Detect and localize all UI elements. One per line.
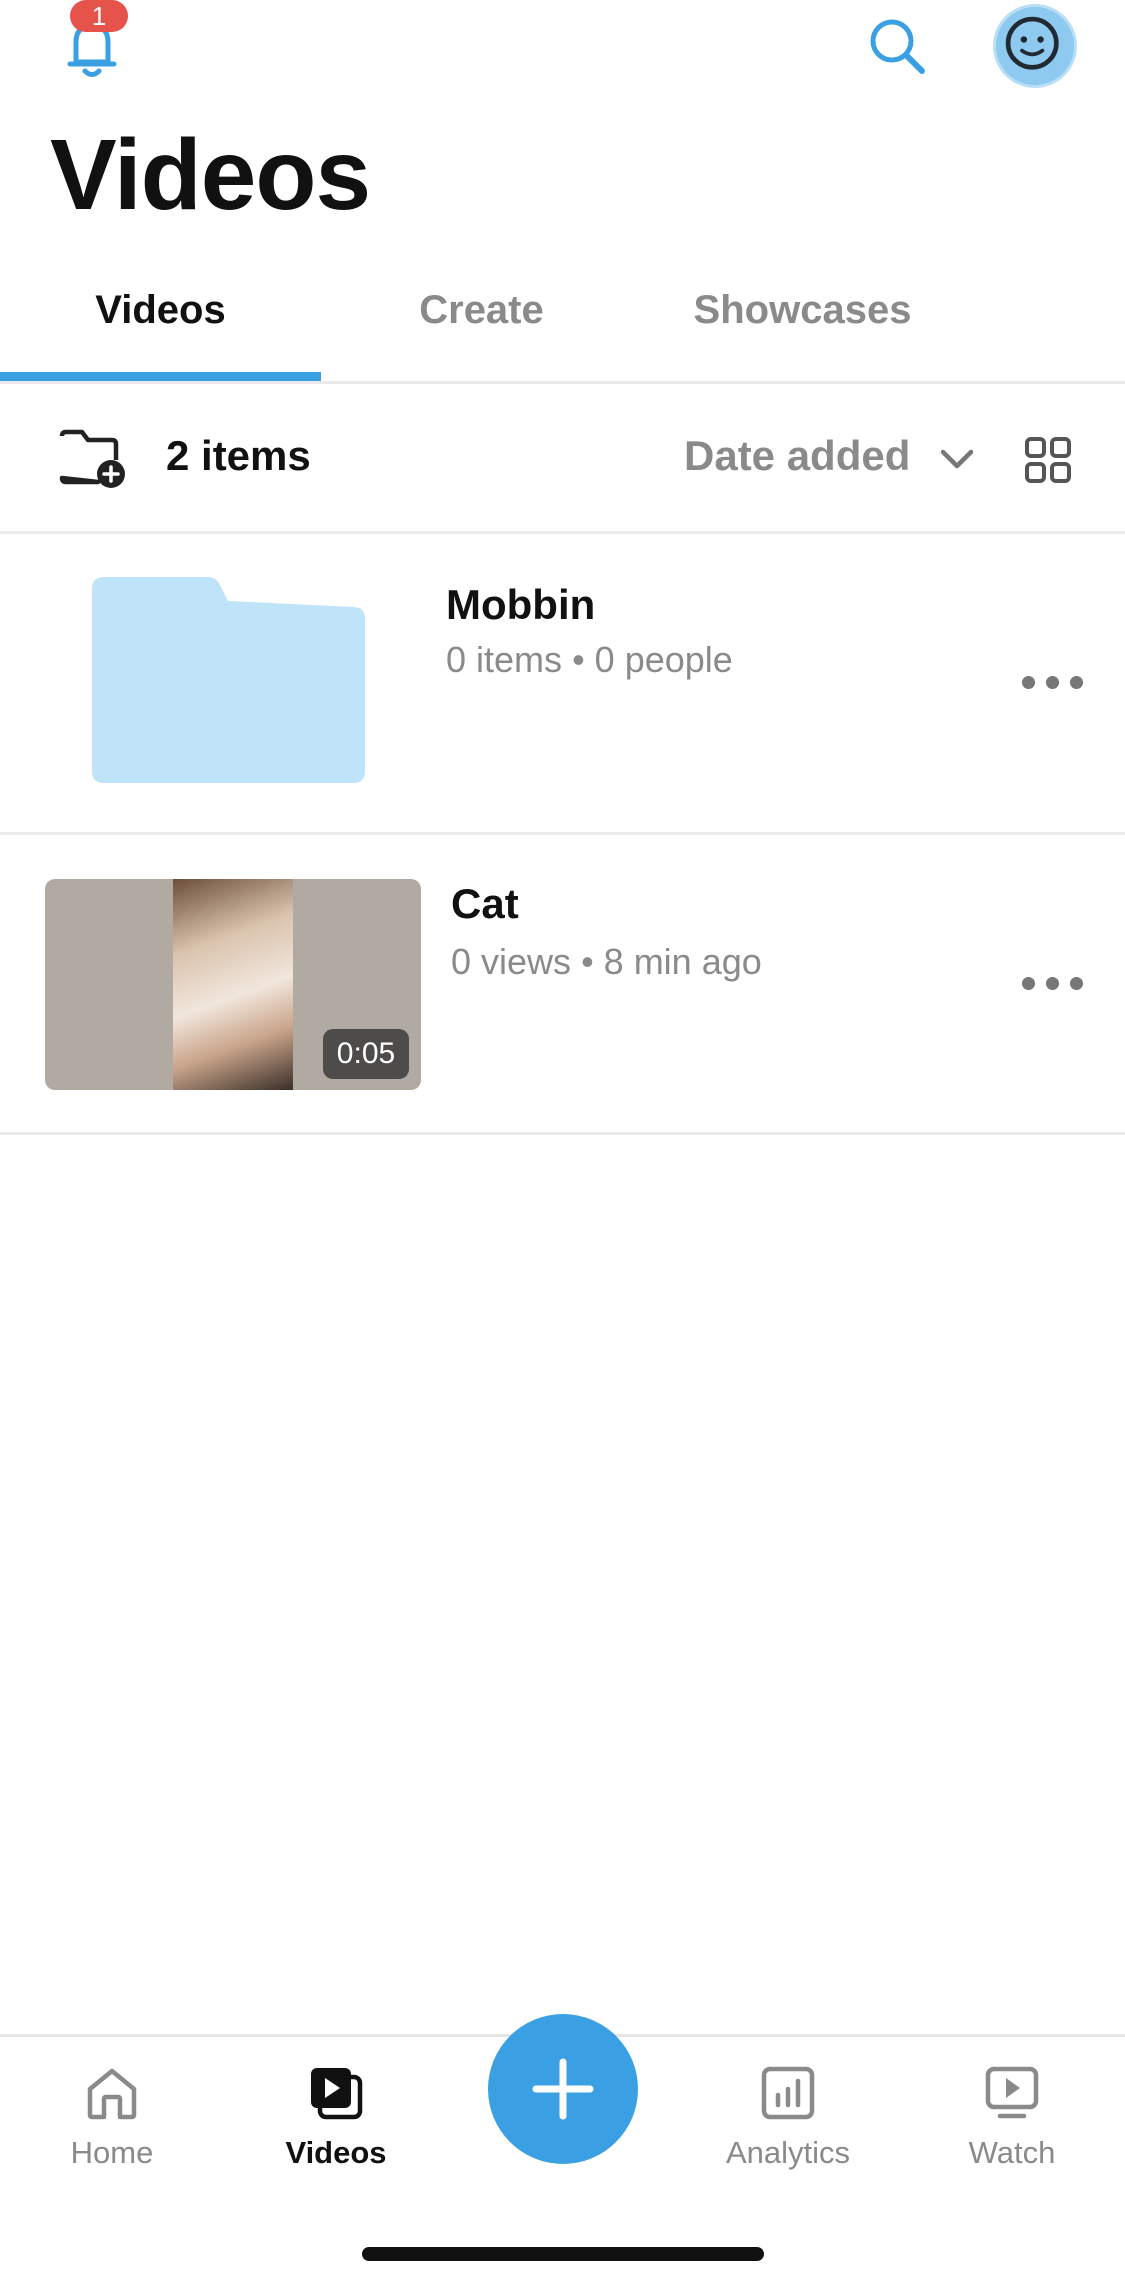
tab-videos[interactable]: Videos bbox=[0, 270, 321, 380]
video-frame-image bbox=[173, 879, 293, 1090]
folder-item-count: 0 items bbox=[446, 639, 563, 680]
add-video-button[interactable] bbox=[488, 2014, 638, 2164]
nav-watch-label: Watch bbox=[968, 2135, 1056, 2170]
folder-title: Mobbin bbox=[446, 581, 596, 628]
avatar[interactable] bbox=[993, 4, 1077, 88]
list-item[interactable]: Mobbin 0 items • 0 people bbox=[0, 537, 1125, 835]
item-count: 2 items bbox=[166, 432, 311, 479]
chevron-down-icon[interactable] bbox=[937, 440, 977, 480]
folder-people-count: 0 people bbox=[594, 639, 733, 680]
more-options-button[interactable] bbox=[1022, 672, 1086, 692]
more-dot-icon bbox=[1046, 676, 1059, 689]
folder-add-icon[interactable] bbox=[58, 426, 130, 492]
watch-icon bbox=[985, 2066, 1039, 2119]
search-icon[interactable] bbox=[865, 14, 929, 78]
tab-create[interactable]: Create bbox=[321, 270, 642, 380]
more-dot-icon bbox=[1070, 676, 1083, 689]
video-duration: 0:05 bbox=[323, 1029, 409, 1079]
home-icon bbox=[87, 2068, 137, 2120]
folder-icon bbox=[92, 577, 365, 783]
plus-icon bbox=[532, 2058, 594, 2120]
nav-videos[interactable]: Videos bbox=[251, 2063, 421, 2193]
analytics-icon bbox=[761, 2066, 815, 2120]
notification-badge: 1 bbox=[70, 0, 128, 32]
nav-analytics[interactable]: Analytics bbox=[703, 2063, 873, 2193]
list-item[interactable]: 0:05 Cat 0 views • 8 min ago bbox=[0, 838, 1125, 1135]
more-dot-icon bbox=[1070, 977, 1083, 990]
home-indicator bbox=[362, 2247, 764, 2261]
nav-home[interactable]: Home bbox=[27, 2063, 197, 2193]
video-title: Cat bbox=[451, 880, 519, 927]
meta-separator: • bbox=[581, 941, 604, 982]
list-toolbar: 2 items Date added bbox=[0, 384, 1125, 534]
nav-analytics-label: Analytics bbox=[725, 2135, 851, 2170]
sort-dropdown[interactable]: Date added bbox=[684, 432, 910, 480]
nav-videos-label: Videos bbox=[285, 2135, 387, 2170]
video-thumbnail[interactable]: 0:05 bbox=[45, 879, 421, 1090]
meta-separator: • bbox=[572, 639, 595, 680]
videos-icon bbox=[311, 2068, 363, 2120]
avatar-icon bbox=[1005, 16, 1059, 70]
more-dot-icon bbox=[1022, 977, 1035, 990]
active-tab-indicator bbox=[0, 372, 321, 381]
tab-bar: Videos Create Showcases bbox=[0, 270, 1125, 384]
more-dot-icon bbox=[1046, 977, 1059, 990]
video-upload-time: 8 min ago bbox=[603, 941, 762, 982]
nav-watch[interactable]: Watch bbox=[927, 2063, 1097, 2193]
folder-meta: 0 items • 0 people bbox=[446, 639, 733, 681]
page-title: Videos bbox=[50, 119, 371, 231]
grid-view-icon[interactable] bbox=[1024, 436, 1072, 484]
more-options-button[interactable] bbox=[1022, 973, 1086, 993]
video-meta: 0 views • 8 min ago bbox=[451, 941, 762, 983]
tab-showcases[interactable]: Showcases bbox=[642, 270, 963, 380]
video-view-count: 0 views bbox=[451, 941, 572, 982]
nav-home-label: Home bbox=[70, 2135, 154, 2170]
more-dot-icon bbox=[1022, 676, 1035, 689]
